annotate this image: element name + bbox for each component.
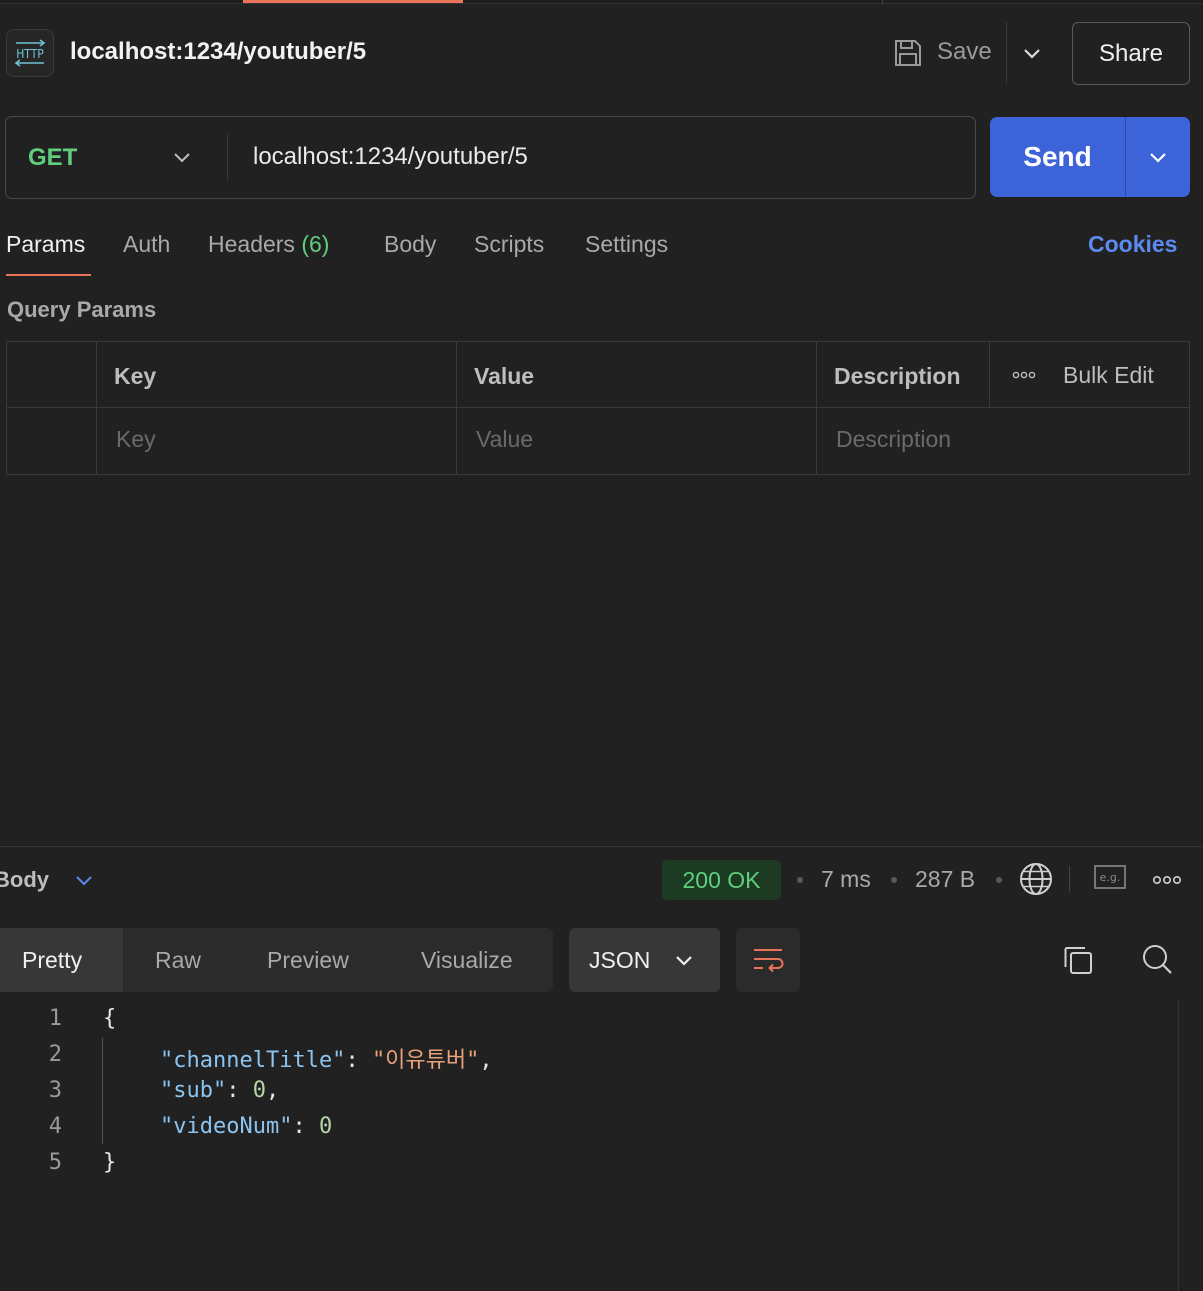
- table-col-divider: [96, 341, 97, 475]
- response-section-chevron-down-icon[interactable]: [72, 868, 96, 892]
- view-raw[interactable]: Raw: [155, 928, 201, 992]
- line-number: 5: [48, 1150, 62, 1175]
- column-header-value: Value: [474, 363, 535, 389]
- active-tab-indicator: [243, 0, 463, 3]
- key-input[interactable]: Key: [116, 426, 156, 453]
- line-number: 2: [48, 1042, 62, 1067]
- json-comma: ,: [265, 1078, 280, 1103]
- copy-icon[interactable]: [1062, 944, 1094, 976]
- value-input[interactable]: Value: [476, 426, 533, 453]
- tab-params[interactable]: Params: [6, 231, 85, 258]
- json-key: "channelTitle": [160, 1048, 346, 1073]
- response-body-select[interactable]: Body: [0, 867, 49, 893]
- tab-strip-divider: [882, 0, 883, 4]
- format-chevron-down-icon[interactable]: [672, 948, 696, 972]
- save-button[interactable]: Save: [937, 38, 992, 66]
- line-number: 3: [48, 1078, 62, 1103]
- headers-count-badge: (6): [301, 231, 330, 257]
- line-number: 4: [48, 1114, 62, 1139]
- method-divider: [227, 133, 228, 181]
- tab-headers-label: Headers: [208, 231, 295, 257]
- response-time[interactable]: 7 ms: [821, 866, 871, 893]
- response-pane-divider[interactable]: [0, 846, 1203, 847]
- save-example-icon[interactable]: e.g.: [1094, 865, 1126, 891]
- tab-body[interactable]: Body: [384, 231, 436, 258]
- column-header-description: Description: [834, 363, 961, 389]
- view-pretty[interactable]: Pretty: [0, 928, 123, 992]
- save-options-chevron-down-icon[interactable]: [1020, 41, 1044, 65]
- request-title[interactable]: localhost:1234/youtuber/5: [70, 38, 366, 66]
- json-close-brace: }: [103, 1150, 117, 1175]
- indent-guide: [102, 1038, 103, 1144]
- scrollbar[interactable]: [1178, 1000, 1179, 1291]
- json-line[interactable]: "videoNum": 0: [160, 1114, 332, 1139]
- search-icon[interactable]: [1141, 943, 1173, 975]
- table-col-divider: [989, 341, 990, 408]
- response-size[interactable]: 287 B: [915, 866, 975, 893]
- json-comma: ,: [479, 1048, 493, 1073]
- query-params-title: Query Params: [7, 297, 157, 322]
- send-button[interactable]: Send: [990, 117, 1125, 197]
- separator-dot: [797, 877, 803, 883]
- column-header-key: Key: [114, 363, 157, 389]
- json-line[interactable]: "channelTitle": "이유튜버",: [160, 1042, 493, 1074]
- line-number: 1: [48, 1006, 62, 1031]
- http-icon-label: HTTP: [16, 47, 44, 61]
- json-line[interactable]: "sub": 0,: [160, 1078, 279, 1103]
- more-options-icon[interactable]: [1152, 873, 1182, 887]
- separator-dot: [996, 877, 1002, 883]
- json-key: "sub": [160, 1078, 227, 1103]
- separator-dot: [891, 877, 897, 883]
- tab-scripts[interactable]: Scripts: [474, 231, 544, 258]
- json-key: "videoNum": [160, 1114, 293, 1139]
- tab-headers[interactable]: Headers (6): [208, 231, 329, 258]
- json-string-value: "이유튜버": [371, 1048, 480, 1073]
- method-chevron-down-icon[interactable]: [170, 145, 194, 169]
- status-badge[interactable]: 200 OK: [662, 860, 781, 900]
- description-input[interactable]: Description: [836, 426, 951, 453]
- tab-settings[interactable]: Settings: [585, 231, 668, 258]
- url-input[interactable]: [253, 142, 953, 172]
- table-col-divider: [456, 341, 457, 475]
- save-icon[interactable]: [893, 38, 923, 68]
- view-preview[interactable]: Preview: [267, 928, 349, 992]
- chevron-down-icon: [1150, 153, 1166, 163]
- save-divider: [1006, 22, 1007, 84]
- globe-icon[interactable]: [1019, 862, 1053, 896]
- more-options-icon[interactable]: [1012, 366, 1036, 384]
- http-icon: HTTP: [14, 39, 46, 67]
- bulk-edit-button[interactable]: Bulk Edit: [1063, 362, 1154, 389]
- params-table: [6, 341, 1190, 475]
- active-tab-underline: [6, 274, 91, 276]
- table-row-divider: [6, 407, 1190, 408]
- view-visualize[interactable]: Visualize: [421, 928, 513, 992]
- method-select[interactable]: GET: [28, 144, 77, 172]
- cookies-link[interactable]: Cookies: [1088, 231, 1177, 258]
- json-number-value: 0: [252, 1078, 266, 1103]
- json-open-brace: {: [103, 1006, 117, 1031]
- table-col-divider: [816, 341, 817, 475]
- wrap-lines-button[interactable]: [736, 928, 800, 992]
- wrap-lines-icon: [754, 949, 784, 973]
- meta-divider: [1069, 866, 1070, 892]
- json-number-value: 0: [318, 1114, 333, 1139]
- tab-auth[interactable]: Auth: [123, 231, 170, 258]
- share-button[interactable]: Share: [1072, 22, 1190, 85]
- format-label[interactable]: JSON: [589, 947, 650, 974]
- send-options-button[interactable]: [1126, 117, 1190, 197]
- http-request-icon: HTTP: [6, 29, 54, 77]
- top-tab-strip: [0, 0, 1203, 4]
- example-icon-label: e.g.: [1100, 871, 1121, 884]
